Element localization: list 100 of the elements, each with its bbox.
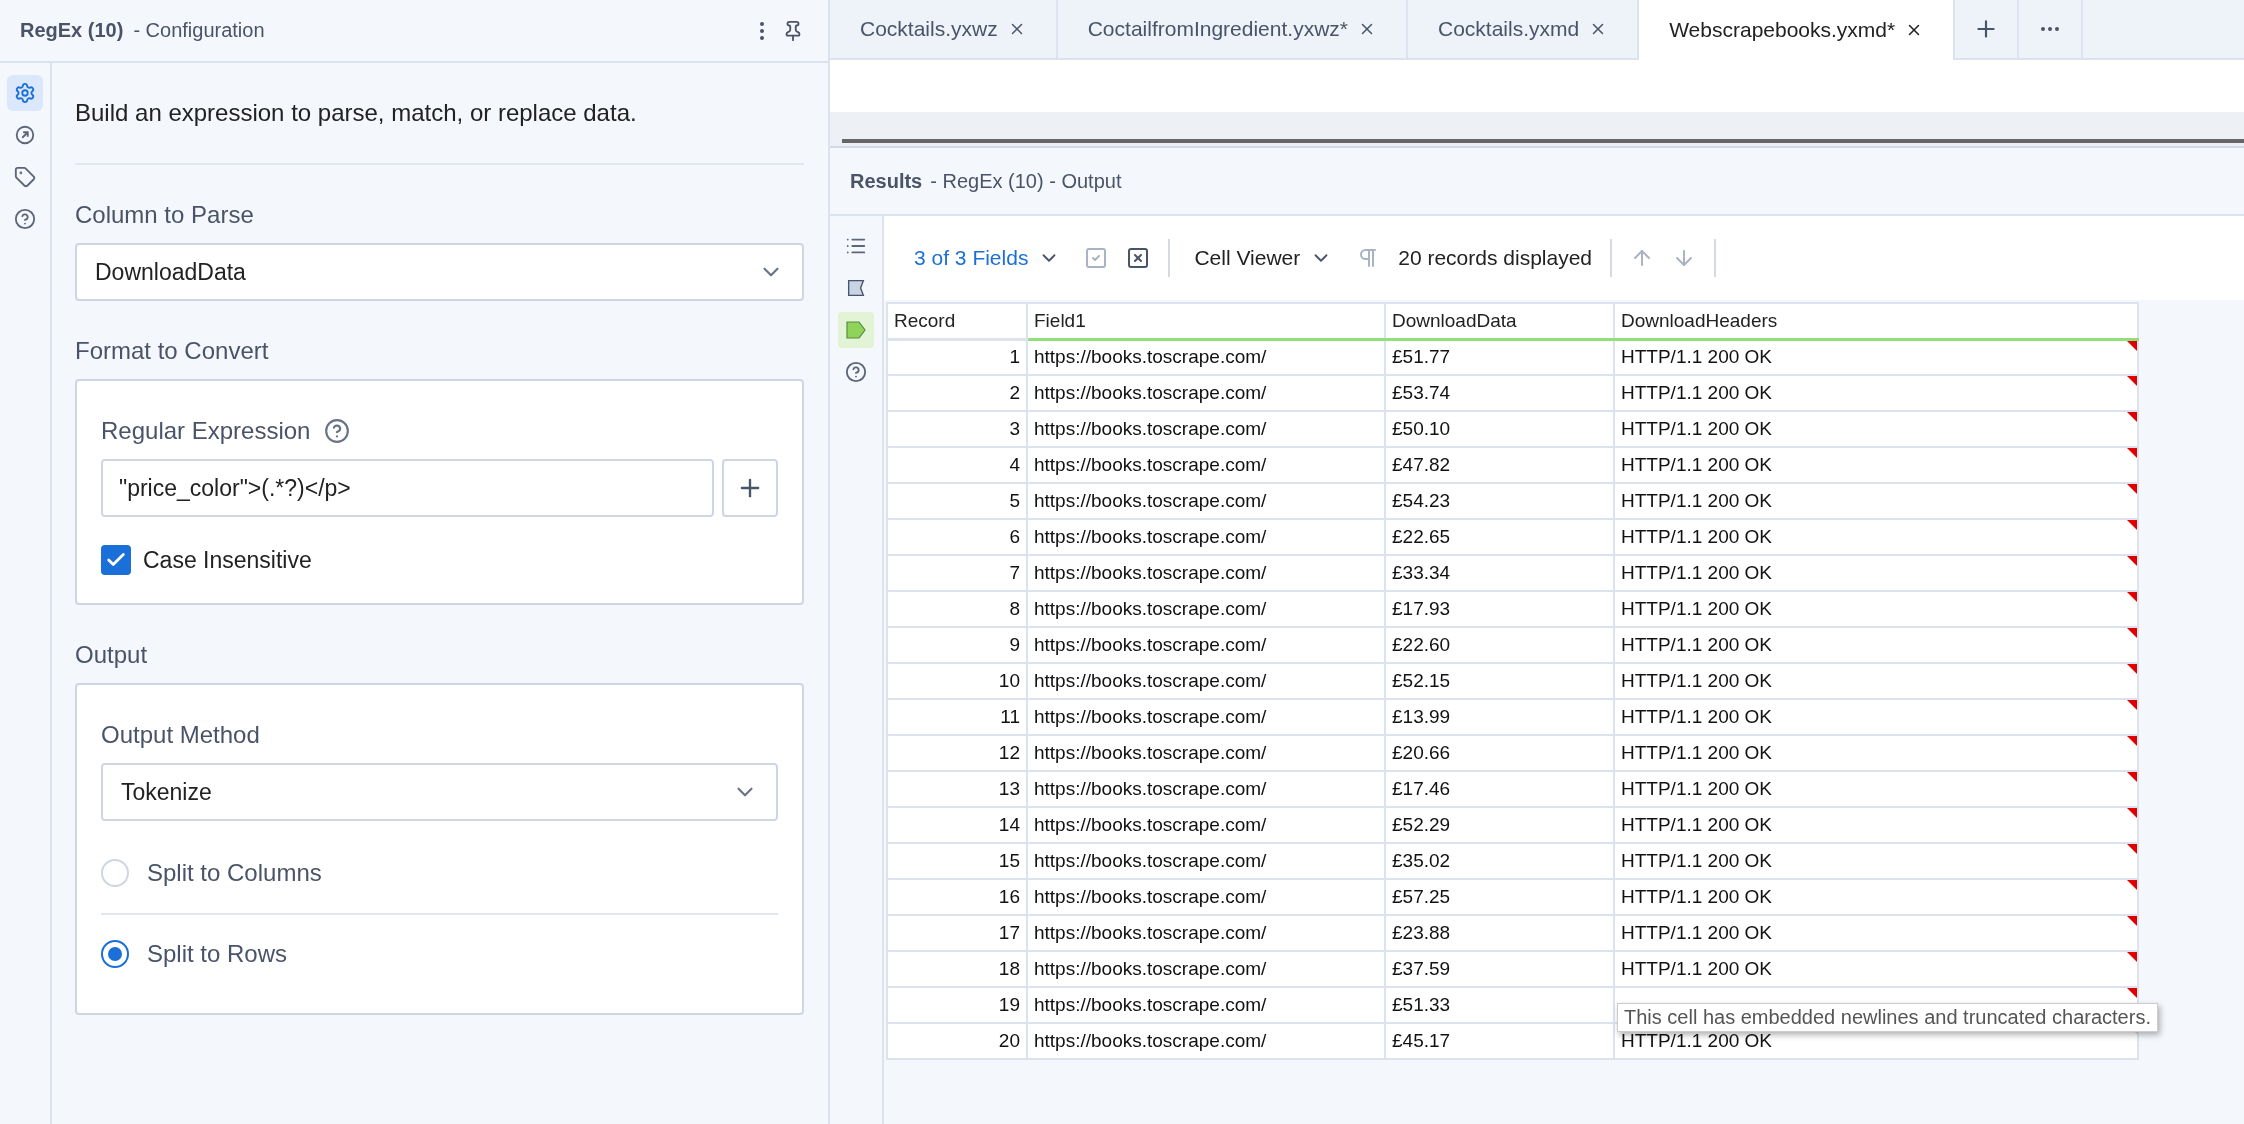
table-cell: HTTP/1.1 200 OK xyxy=(1614,915,2138,951)
truncated-marker xyxy=(2127,412,2137,422)
table-cell: https://books.toscrape.com/ xyxy=(1027,483,1385,519)
help-icon xyxy=(324,418,351,444)
table-cell: £50.10 xyxy=(1385,411,1614,447)
file-tab[interactable]: Cocktails.yxwz xyxy=(830,0,1058,58)
table-cell: £52.29 xyxy=(1385,807,1614,843)
table-cell: 8 xyxy=(887,591,1027,627)
table-cell: £17.93 xyxy=(1385,591,1614,627)
table-cell: https://books.toscrape.com/ xyxy=(1027,411,1385,447)
file-tab[interactable]: Webscrapebooks.yxmd* xyxy=(1639,0,1956,60)
table-cell: 9 xyxy=(887,627,1027,663)
table-cell: HTTP/1.1 200 OK xyxy=(1614,735,2138,771)
table-cell: HTTP/1.1 200 OK xyxy=(1614,447,2138,483)
help-icon xyxy=(845,361,867,383)
truncated-marker xyxy=(2127,952,2137,962)
checkbox[interactable] xyxy=(101,545,131,575)
results-title: Results xyxy=(850,169,923,193)
panel-subtitle: - Configuration xyxy=(133,19,266,42)
table-cell: £57.25 xyxy=(1385,879,1614,915)
column-dropdown[interactable]: DownloadData xyxy=(75,243,804,301)
method-dropdown[interactable]: Tokenize xyxy=(101,763,778,821)
truncated-marker xyxy=(2127,592,2137,602)
radio-button[interactable] xyxy=(101,940,129,968)
table-cell: 19 xyxy=(887,987,1027,1023)
table-cell: £53.74 xyxy=(1385,375,1614,411)
truncated-marker xyxy=(2127,448,2137,458)
table-cell: £13.99 xyxy=(1385,699,1614,735)
clear-icon xyxy=(1126,246,1151,270)
help-icon xyxy=(14,208,36,230)
table-cell: 1 xyxy=(887,339,1027,375)
table-cell: £22.65 xyxy=(1385,519,1614,555)
table-cell: https://books.toscrape.com/ xyxy=(1027,1023,1385,1059)
record-count: 20 records displayed xyxy=(1398,246,1592,270)
truncated-marker xyxy=(2127,880,2137,890)
results-subtitle: - RegEx (10) - Output xyxy=(930,169,1122,193)
table-cell: https://books.toscrape.com/ xyxy=(1027,807,1385,843)
truncated-marker xyxy=(2127,808,2137,818)
field-label: Column to Parse xyxy=(75,201,255,229)
table-cell: HTTP/1.1 200 OK xyxy=(1614,879,2138,915)
radio-label: Split to Rows xyxy=(147,940,288,968)
table-cell: https://books.toscrape.com/ xyxy=(1027,915,1385,951)
more-icon xyxy=(2041,27,2060,31)
table-cell: https://books.toscrape.com/ xyxy=(1027,339,1385,375)
table-cell: £35.02 xyxy=(1385,843,1614,879)
table-cell: HTTP/1.1 200 OK xyxy=(1614,555,2138,591)
section-label: Output xyxy=(75,641,149,669)
table-cell: https://books.toscrape.com/ xyxy=(1027,375,1385,411)
fields-dropdown[interactable]: 3 of 3 Fields xyxy=(908,245,1067,271)
field-label: Output Method xyxy=(101,721,261,749)
truncated-marker xyxy=(2127,520,2137,530)
table-cell: £23.88 xyxy=(1385,915,1614,951)
check-all-icon xyxy=(1084,246,1109,270)
truncated-marker xyxy=(2127,664,2137,674)
table-cell: 12 xyxy=(887,735,1027,771)
table-cell: 3 xyxy=(887,411,1027,447)
table-cell: 10 xyxy=(887,663,1027,699)
table-cell: £51.77 xyxy=(1385,339,1614,375)
table-cell: 5 xyxy=(887,483,1027,519)
column-header: DownloadHeaders xyxy=(1614,303,2138,339)
table-cell: HTTP/1.1 200 OK xyxy=(1614,771,2138,807)
viewer-dropdown[interactable]: Cell Viewer xyxy=(1188,245,1339,271)
table-cell: https://books.toscrape.com/ xyxy=(1027,555,1385,591)
table-cell: HTTP/1.1 200 OK xyxy=(1614,483,2138,519)
tag-icon xyxy=(14,166,36,188)
table-cell: 11 xyxy=(887,699,1027,735)
table-cell: https://books.toscrape.com/ xyxy=(1027,627,1385,663)
table-cell: HTTP/1.1 200 OK xyxy=(1614,375,2138,411)
table-cell: 13 xyxy=(887,771,1027,807)
table-cell: https://books.toscrape.com/ xyxy=(1027,735,1385,771)
table-cell: https://books.toscrape.com/ xyxy=(1027,519,1385,555)
table-cell: £20.66 xyxy=(1385,735,1614,771)
truncated-marker xyxy=(2127,772,2137,782)
table-cell: £33.34 xyxy=(1385,555,1614,591)
add-button[interactable] xyxy=(722,459,778,517)
table-cell: £37.59 xyxy=(1385,951,1614,987)
table-cell: HTTP/1.1 200 OK xyxy=(1614,627,2138,663)
column-header: Field1 xyxy=(1027,303,1385,339)
table-cell: £54.23 xyxy=(1385,483,1614,519)
truncated-marker xyxy=(2127,556,2137,566)
field-label: Regular Expression xyxy=(101,417,311,445)
table-cell: HTTP/1.1 200 OK xyxy=(1614,591,2138,627)
rail-button[interactable] xyxy=(7,75,43,111)
table-cell: https://books.toscrape.com/ xyxy=(1027,771,1385,807)
table-cell: 6 xyxy=(887,519,1027,555)
file-tab[interactable]: CoctailfromIngredient.yxwz* xyxy=(1057,0,1408,58)
table-cell: https://books.toscrape.com/ xyxy=(1027,951,1385,987)
table-cell: £17.46 xyxy=(1385,771,1614,807)
regex-field[interactable]: "price_color">(.*?)</p> xyxy=(101,459,714,517)
section-label: Format to Convert xyxy=(75,337,270,365)
table-cell: 2 xyxy=(887,375,1027,411)
column-header: DownloadData xyxy=(1385,303,1614,339)
table-cell: HTTP/1.1 200 OK xyxy=(1614,663,2138,699)
table-cell: https://books.toscrape.com/ xyxy=(1027,699,1385,735)
table-cell: £52.15 xyxy=(1385,663,1614,699)
table-cell: £51.33 xyxy=(1385,987,1614,1023)
truncated-marker xyxy=(2127,484,2137,494)
table-cell: 14 xyxy=(887,807,1027,843)
truncated-marker xyxy=(2127,916,2137,926)
table-cell: 16 xyxy=(887,879,1027,915)
